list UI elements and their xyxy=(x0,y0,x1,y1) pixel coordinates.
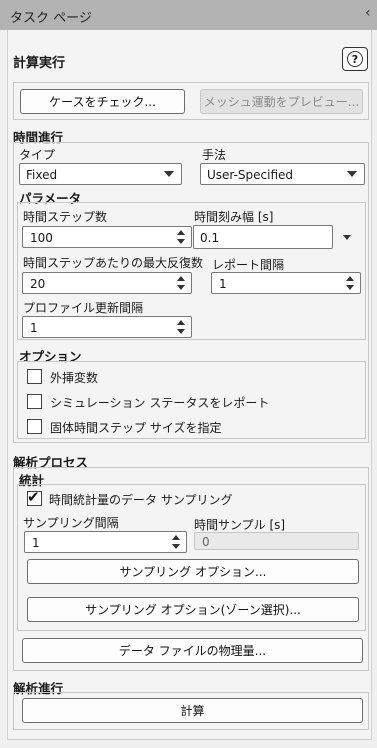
check-case-button[interactable]: ケースをチェック... xyxy=(20,89,185,114)
spin-down-icon[interactable] xyxy=(177,329,185,334)
spin-up-icon[interactable] xyxy=(177,320,185,325)
time-step-size-label: 時間刻み幅 [s] xyxy=(194,210,274,224)
time-step-size-input[interactable]: 0.1 xyxy=(193,225,333,249)
task-page-titlebar: タスク ページ ‹ xyxy=(0,0,377,30)
spin-up-icon[interactable] xyxy=(177,230,185,235)
task-page-title: タスク ページ xyxy=(10,11,92,26)
profile-update-value: 1 xyxy=(30,321,38,335)
run-calculation-heading: 計算実行 xyxy=(13,56,66,71)
data-file-quantities-button[interactable]: データ ファイルの物理量... xyxy=(22,638,363,663)
profile-update-input[interactable]: 1 xyxy=(22,316,192,338)
chevron-down-icon xyxy=(347,171,357,177)
sampling-checkbox-label: 時間統計量のデータ サンプリング xyxy=(49,493,233,507)
spin-down-icon[interactable] xyxy=(177,285,185,290)
time-sampled-value: 0 xyxy=(202,535,210,549)
extrapolate-variables-label: 外挿変数 xyxy=(50,371,99,385)
time-steps-value: 100 xyxy=(30,231,53,245)
spin-down-icon[interactable] xyxy=(177,239,185,244)
spin-up-icon[interactable] xyxy=(172,535,180,540)
chevron-down-icon xyxy=(164,171,174,177)
report-interval-value: 1 xyxy=(219,277,227,291)
report-interval-input[interactable]: 1 xyxy=(211,272,361,294)
help-button[interactable]: ? xyxy=(342,47,368,71)
report-status-checkbox[interactable] xyxy=(27,394,42,409)
method-value: User-Specified xyxy=(207,168,294,182)
time-sampled-input[interactable]: 0 xyxy=(194,532,359,550)
check-icon: ✔ xyxy=(27,488,40,506)
report-interval-label: レポート間隔 xyxy=(212,258,285,272)
max-iterations-label: 時間ステップあたりの最大反復数 xyxy=(23,256,204,270)
time-steps-input[interactable]: 100 xyxy=(22,226,192,248)
sampling-options-zones-button[interactable]: サンプリング オプション(ゾーン選択)... xyxy=(27,597,359,622)
sampling-interval-value: 1 xyxy=(32,536,40,550)
profile-update-label: プロファイル更新間隔 xyxy=(23,301,144,315)
method-label: 手法 xyxy=(202,148,227,162)
max-iterations-value: 20 xyxy=(30,277,46,291)
calculate-button[interactable]: 計算 xyxy=(22,698,363,723)
report-status-label: シミュレーション ステータスをレポート xyxy=(50,396,270,410)
method-select[interactable]: User-Specified xyxy=(200,163,365,185)
type-select[interactable]: Fixed xyxy=(19,163,182,185)
time-step-size-value: 0.1 xyxy=(200,231,220,245)
type-value: Fixed xyxy=(26,168,58,182)
sampling-interval-input[interactable]: 1 xyxy=(24,531,187,553)
type-label: タイプ xyxy=(19,148,56,162)
spin-up-icon[interactable] xyxy=(346,276,354,281)
time-step-size-dropdown-icon[interactable] xyxy=(343,235,351,240)
extrapolate-variables-checkbox[interactable] xyxy=(27,369,42,384)
help-icon: ? xyxy=(347,51,363,67)
max-iterations-input[interactable]: 20 xyxy=(22,272,192,294)
collapse-icon[interactable]: ‹ xyxy=(365,5,371,21)
preview-mesh-motion-button[interactable]: メッシュ運動をプレビュー... xyxy=(200,89,363,114)
spin-up-icon[interactable] xyxy=(177,276,185,281)
time-steps-label: 時間ステップ数 xyxy=(23,210,108,224)
sampling-checkbox[interactable]: ✔ xyxy=(27,488,42,506)
solid-time-step-label: 固体時間ステップ サイズを指定 xyxy=(50,421,222,435)
sampling-options-button[interactable]: サンプリング オプション... xyxy=(27,559,359,584)
sampling-interval-label: サンプリング間隔 xyxy=(23,516,119,530)
spin-down-icon[interactable] xyxy=(346,285,354,290)
spin-down-icon[interactable] xyxy=(172,544,180,549)
time-sampled-label: 時間サンプル [s] xyxy=(194,518,286,532)
solid-time-step-checkbox[interactable] xyxy=(27,419,42,434)
